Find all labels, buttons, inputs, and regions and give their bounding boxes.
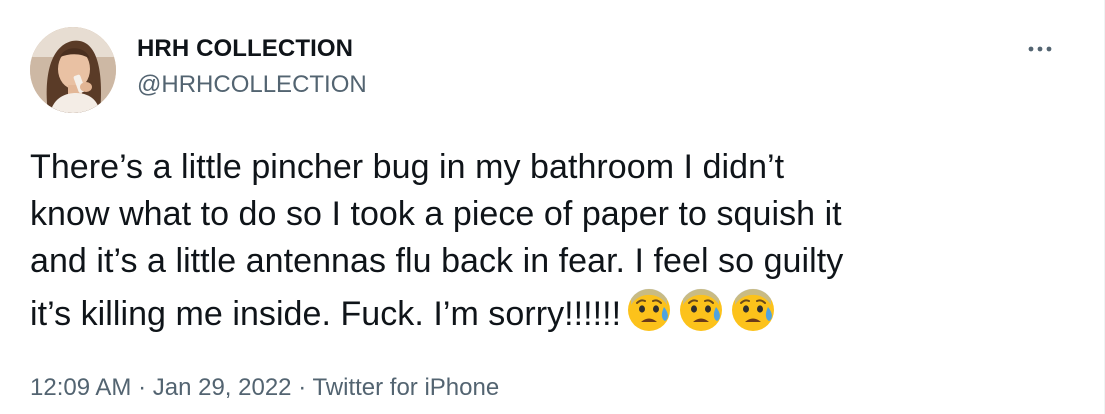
tweet-source-link[interactable]: Twitter for iPhone	[312, 374, 499, 401]
author-display-name[interactable]: HRH COLLECTION	[137, 33, 367, 65]
emoji-group	[625, 285, 777, 333]
tweet-time: 12:09 AM	[30, 374, 132, 401]
more-options-button[interactable]	[1020, 33, 1060, 65]
author-handle[interactable]: @HRHCOLLECTION	[137, 69, 367, 101]
author-names: HRH COLLECTION @HRHCOLLECTION	[137, 33, 367, 101]
avatar[interactable]	[30, 27, 116, 113]
tweet-card: HRH COLLECTION @HRHCOLLECTION There’s a …	[0, 0, 1105, 414]
tweet-meta: 12:09 AM · Jan 29, 2022 · Twitter for iP…	[30, 372, 499, 404]
anxious-face-with-sweat-icon	[732, 288, 775, 331]
meta-separator: ·	[131, 374, 153, 401]
anxious-face-with-sweat-icon	[628, 288, 671, 331]
tweet-date: Jan 29, 2022	[152, 374, 292, 401]
more-horizontal-icon	[1028, 46, 1052, 52]
anxious-face-with-sweat-icon	[680, 288, 723, 331]
meta-separator: ·	[291, 374, 313, 401]
tweet-text: There’s a little pincher bug in my bathr…	[30, 144, 1050, 338]
avatar-image	[30, 27, 116, 113]
tweet-timestamp-link[interactable]: 12:09 AM · Jan 29, 2022	[30, 374, 292, 401]
